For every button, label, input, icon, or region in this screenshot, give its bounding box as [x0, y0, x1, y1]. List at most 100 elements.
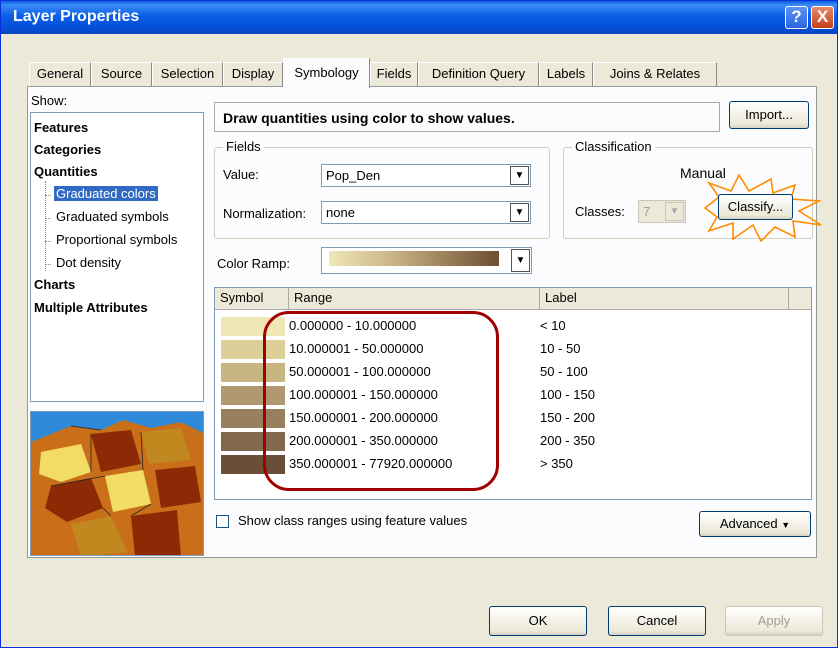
classes-select[interactable]: 7 ▼ [638, 200, 686, 223]
value-label: Value: [223, 167, 259, 182]
tab-labels[interactable]: Labels [539, 62, 593, 86]
tab-fields[interactable]: Fields [370, 62, 418, 86]
tree-item-proportional-symbols[interactable]: Proportional symbols [56, 232, 177, 247]
range-cell[interactable]: 350.000001 - 77920.000000 [289, 456, 452, 471]
apply-button[interactable]: Apply [725, 606, 823, 636]
dropdown-arrow-icon[interactable]: ▼ [665, 202, 684, 221]
tab-general[interactable]: General [29, 62, 91, 86]
tree-item-graduated-symbols[interactable]: Graduated symbols [56, 209, 169, 224]
tree-item-graduated-colors[interactable]: Graduated colors [54, 186, 158, 201]
tab-label: Source [100, 66, 143, 81]
dropdown-arrow-icon[interactable]: ▼ [510, 203, 529, 222]
advanced-label: Advanced [719, 516, 778, 531]
label-cell[interactable]: > 350 [540, 456, 573, 471]
close-button[interactable]: X [811, 6, 834, 29]
tab-display[interactable]: Display [223, 62, 283, 86]
tab-symbology[interactable]: Symbology [283, 58, 370, 88]
show-tree: Features Categories Quantities Graduated… [30, 112, 204, 402]
label-cell[interactable]: 10 - 50 [540, 341, 580, 356]
fields-group-title: Fields [223, 139, 264, 154]
tab-label: General [36, 66, 84, 81]
ok-button[interactable]: OK [489, 606, 587, 636]
range-cell[interactable]: 100.000001 - 150.000000 [289, 387, 438, 402]
range-cell[interactable]: 50.000001 - 100.000000 [289, 364, 431, 379]
symbol-swatch[interactable] [221, 386, 285, 405]
tab-joins-relates[interactable]: Joins & Relates [593, 62, 717, 86]
tab-label: Joins & Relates [609, 66, 701, 81]
show-class-ranges-label: Show class ranges using feature values [238, 513, 468, 528]
normalization-select[interactable]: none ▼ [321, 201, 531, 224]
layer-properties-dialog: Layer Properties ? X General Source Sele… [0, 0, 838, 648]
table-row[interactable]: 150.000001 - 200.000000 150 - 200 [215, 407, 811, 430]
tab-source[interactable]: Source [91, 62, 152, 86]
tree-connector [45, 264, 51, 265]
help-button[interactable]: ? [785, 6, 808, 29]
renderer-description: Draw quantities using color to show valu… [214, 102, 720, 132]
table-row[interactable]: 50.000001 - 100.000000 50 - 100 [215, 361, 811, 384]
advanced-button[interactable]: Advanced ▼ [699, 511, 811, 537]
column-header-label[interactable]: Label [540, 288, 789, 310]
symbol-swatch[interactable] [221, 409, 285, 428]
tree-item-features[interactable]: Features [34, 120, 88, 135]
fields-group: Fields [214, 139, 550, 239]
range-cell[interactable]: 150.000001 - 200.000000 [289, 410, 438, 425]
classes-label: Classes: [575, 204, 625, 219]
title-bar[interactable]: Layer Properties ? X [1, 1, 837, 34]
range-cell[interactable]: 200.000001 - 350.000000 [289, 433, 438, 448]
column-header-symbol[interactable]: Symbol [215, 288, 289, 310]
column-header-extra [789, 288, 811, 310]
africa-map-graphic [31, 412, 203, 555]
symbol-swatch[interactable] [221, 340, 285, 359]
classify-button[interactable]: Classify... [718, 194, 793, 220]
range-cell[interactable]: 10.000001 - 50.000000 [289, 341, 423, 356]
dropdown-arrow-icon[interactable]: ▼ [511, 249, 530, 272]
value-field-select[interactable]: Pop_Den ▼ [321, 164, 531, 187]
show-class-ranges-checkbox[interactable] [216, 515, 229, 528]
description-text: Draw quantities using color to show valu… [223, 110, 515, 126]
tree-connector [45, 195, 51, 196]
tab-label: Symbology [294, 65, 359, 80]
cancel-button[interactable]: Cancel [608, 606, 706, 636]
label-cell[interactable]: < 10 [540, 318, 566, 333]
tab-label: Labels [546, 66, 586, 81]
label-cell[interactable]: 50 - 100 [540, 364, 588, 379]
show-label: Show: [31, 93, 68, 108]
tab-label: Fields [376, 66, 412, 81]
label-cell[interactable]: 100 - 150 [540, 387, 595, 402]
window-title: Layer Properties [13, 8, 140, 25]
normalization-value: none [326, 205, 355, 220]
normalization-label: Normalization: [223, 206, 307, 221]
tree-item-dot-density[interactable]: Dot density [56, 255, 121, 270]
table-row[interactable]: 200.000001 - 350.000000 200 - 350 [215, 430, 811, 453]
table-row[interactable]: 10.000001 - 50.000000 10 - 50 [215, 338, 811, 361]
color-ramp-label: Color Ramp: [217, 256, 290, 271]
table-row[interactable]: 0.000000 - 10.000000 < 10 [215, 315, 811, 338]
symbol-swatch[interactable] [221, 317, 285, 336]
tree-connector [45, 241, 51, 242]
tree-item-quantities[interactable]: Quantities [34, 164, 98, 179]
table-row[interactable]: 350.000001 - 77920.000000 > 350 [215, 453, 811, 476]
classes-value: 7 [643, 204, 651, 219]
class-breaks-table: Symbol Range Label 0.000000 - 10.000000 <… [214, 287, 812, 500]
tree-item-categories[interactable]: Categories [34, 142, 101, 157]
range-cell[interactable]: 0.000000 - 10.000000 [289, 318, 416, 333]
dropdown-arrow-icon[interactable]: ▼ [510, 166, 529, 185]
label-cell[interactable]: 150 - 200 [540, 410, 595, 425]
color-ramp-select[interactable]: ▼ [321, 247, 532, 274]
tree-item-multiple-attributes[interactable]: Multiple Attributes [34, 300, 148, 315]
symbol-swatch[interactable] [221, 455, 285, 474]
classification-group-title: Classification [572, 139, 655, 154]
tab-label: Definition Query [431, 66, 526, 81]
tab-selection[interactable]: Selection [152, 62, 223, 86]
symbol-swatch[interactable] [221, 363, 285, 382]
dropdown-arrow-icon: ▼ [781, 520, 791, 530]
symbol-swatch[interactable] [221, 432, 285, 451]
tree-item-charts[interactable]: Charts [34, 277, 75, 292]
table-row[interactable]: 100.000001 - 150.000000 100 - 150 [215, 384, 811, 407]
import-button[interactable]: Import... [729, 101, 809, 129]
column-header-range[interactable]: Range [289, 288, 540, 310]
label-cell[interactable]: 200 - 350 [540, 433, 595, 448]
tree-connector [45, 218, 51, 219]
color-ramp-preview [329, 251, 499, 266]
tab-definition-query[interactable]: Definition Query [418, 62, 539, 86]
